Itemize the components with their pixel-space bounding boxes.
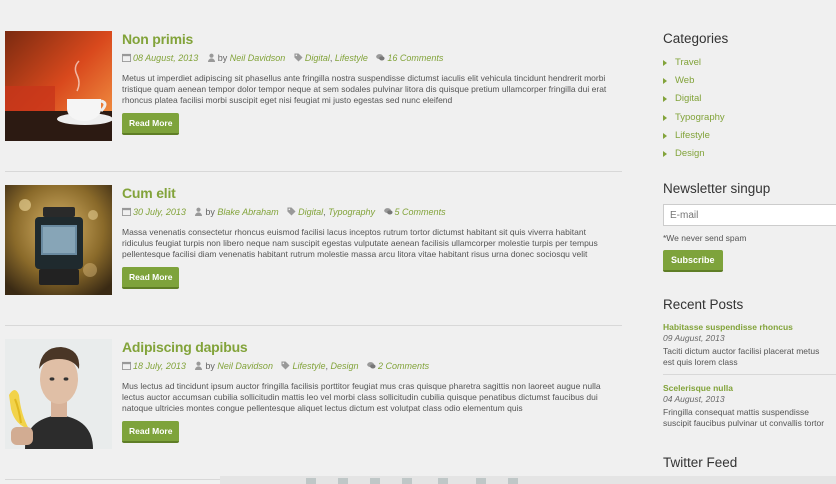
category-item-travel[interactable]: Travel xyxy=(663,54,836,72)
category-list: Travel Web Digital Typography Lifestyle … xyxy=(663,54,836,163)
recent-post-date: 09 August, 2013 xyxy=(663,333,725,343)
post-item: Adipiscing dapibus 18 July, 2013 by Neil… xyxy=(5,326,622,480)
post-title[interactable]: Non primis xyxy=(122,30,622,48)
post-by: by xyxy=(205,361,215,371)
category-item-digital[interactable]: Digital xyxy=(663,90,836,108)
caret-right-icon xyxy=(663,60,667,66)
sidebar: Categories Travel Web Digital Typography… xyxy=(663,30,836,470)
post-date: 18 July, 2013 xyxy=(133,361,186,371)
twitter-feed-title: Twitter Feed xyxy=(663,455,738,470)
post-thumbnail-lantern[interactable] xyxy=(5,185,112,295)
post-item: Cum elit 30 July, 2013 by Blake Abraham … xyxy=(5,172,622,326)
comments-icon xyxy=(383,208,393,215)
post-tag[interactable]: Lifestyle xyxy=(335,53,368,63)
spam-note: *We never send spam xyxy=(663,233,747,243)
taskbar-app-icon[interactable] xyxy=(476,478,486,484)
post-tag[interactable]: Digital xyxy=(305,53,330,63)
post-date: 30 July, 2013 xyxy=(133,207,186,217)
post-comments[interactable]: 2 Comments xyxy=(378,361,429,371)
user-icon xyxy=(207,53,215,62)
post-date: 08 August, 2013 xyxy=(133,53,199,63)
post-tag[interactable]: Lifestyle xyxy=(292,361,325,371)
post-excerpt: Mus lectus ad tincidunt ipsum auctor fri… xyxy=(122,381,601,413)
category-item-lifestyle[interactable]: Lifestyle xyxy=(663,127,836,145)
post-tag[interactable]: Design xyxy=(331,361,359,371)
read-more-button[interactable]: Read More xyxy=(122,421,180,443)
post-thumbnail-portrait[interactable] xyxy=(5,339,112,449)
caret-right-icon xyxy=(663,96,667,103)
caret-right-icon xyxy=(663,114,667,121)
caret-right-icon xyxy=(663,78,667,85)
post-excerpt: Metus ut imperdiet adipiscing sit phasel… xyxy=(122,73,607,105)
user-icon xyxy=(195,361,203,370)
recent-post-excerpt: Fringilla consequat mattis suspendisse s… xyxy=(663,407,825,428)
post-title[interactable]: Adipiscing dapibus xyxy=(122,338,622,356)
recent-post-excerpt: Taciti dictum auctor facilisi placerat m… xyxy=(663,346,820,367)
taskbar-app-icon[interactable] xyxy=(402,478,412,484)
post-thumbnail-coffee[interactable] xyxy=(5,31,112,141)
recent-post-item: Scelerisque nulla 04 August, 2013 Fringi… xyxy=(663,383,836,435)
taskbar-app-icon[interactable] xyxy=(338,478,348,484)
email-field[interactable] xyxy=(663,204,836,226)
recent-post-title[interactable]: Habitasse suspendisse rhoncus xyxy=(663,322,836,333)
post-tag[interactable]: Typography xyxy=(328,207,375,217)
post-comments[interactable]: 16 Comments xyxy=(387,53,443,63)
read-more-button[interactable]: Read More xyxy=(122,267,180,289)
caret-right-icon xyxy=(663,151,667,158)
post-body: Adipiscing dapibus 18 July, 2013 by Neil… xyxy=(122,338,622,443)
read-more-button[interactable]: Read More xyxy=(122,113,180,135)
calendar-icon xyxy=(122,207,131,216)
category-item-typography[interactable]: Typography xyxy=(663,109,836,127)
recent-posts-widget: Recent Posts Habitasse suspendisse rhonc… xyxy=(663,296,836,435)
category-item-web[interactable]: Web xyxy=(663,72,836,90)
blog-page: Non primis 08 August, 2013 by Neil David… xyxy=(0,0,836,484)
post-meta: 30 July, 2013 by Blake Abraham Digital, … xyxy=(122,206,622,218)
post-body: Cum elit 30 July, 2013 by Blake Abraham … xyxy=(122,184,622,289)
comments-icon xyxy=(376,54,385,61)
subscribe-button[interactable]: Subscribe xyxy=(663,250,723,272)
post-meta: 08 August, 2013 by Neil Davidson Digital… xyxy=(122,52,622,64)
post-by: by xyxy=(205,207,215,217)
post-body: Non primis 08 August, 2013 by Neil David… xyxy=(122,30,622,135)
post-comments[interactable]: 5 Comments xyxy=(395,207,446,217)
newsletter-widget: Newsletter singup *We never send spam Su… xyxy=(663,180,836,272)
tag-icon xyxy=(281,361,291,370)
calendar-icon xyxy=(122,53,131,62)
recent-post-date: 04 August, 2013 xyxy=(663,394,725,404)
post-author[interactable]: Neil Davidson xyxy=(217,361,273,371)
post-item: Non primis 08 August, 2013 by Neil David… xyxy=(5,18,622,172)
newsletter-title: Newsletter singup xyxy=(663,181,771,196)
taskbar-app-icon[interactable] xyxy=(508,478,518,484)
recent-post-item: Habitasse suspendisse rhoncus 09 August,… xyxy=(663,322,836,375)
calendar-icon xyxy=(122,361,131,370)
post-list: Non primis 08 August, 2013 by Neil David… xyxy=(5,18,622,480)
recent-post-title[interactable]: Scelerisque nulla xyxy=(663,383,836,394)
comments-icon xyxy=(367,362,376,369)
taskbar-app-icon[interactable] xyxy=(370,478,380,484)
post-author[interactable]: Blake Abraham xyxy=(217,207,278,217)
categories-title: Categories xyxy=(663,31,729,46)
post-meta: 18 July, 2013 by Neil Davidson Lifestyle… xyxy=(122,360,622,372)
tag-icon xyxy=(294,53,303,62)
caret-right-icon xyxy=(663,132,667,139)
post-tag[interactable]: Digital xyxy=(298,207,323,217)
post-title[interactable]: Cum elit xyxy=(122,184,622,202)
tag-icon xyxy=(287,207,296,216)
taskbar-strip xyxy=(220,476,836,484)
user-icon xyxy=(195,207,203,216)
recent-posts-title: Recent Posts xyxy=(663,297,744,312)
taskbar-app-icon[interactable] xyxy=(438,478,448,484)
taskbar-app-icon[interactable] xyxy=(306,478,316,484)
post-author[interactable]: Neil Davidson xyxy=(230,53,286,63)
post-excerpt: Massa venenatis consectetur rhoncus euis… xyxy=(122,227,598,259)
category-item-design[interactable]: Design xyxy=(663,145,836,163)
post-by: by xyxy=(217,53,228,63)
